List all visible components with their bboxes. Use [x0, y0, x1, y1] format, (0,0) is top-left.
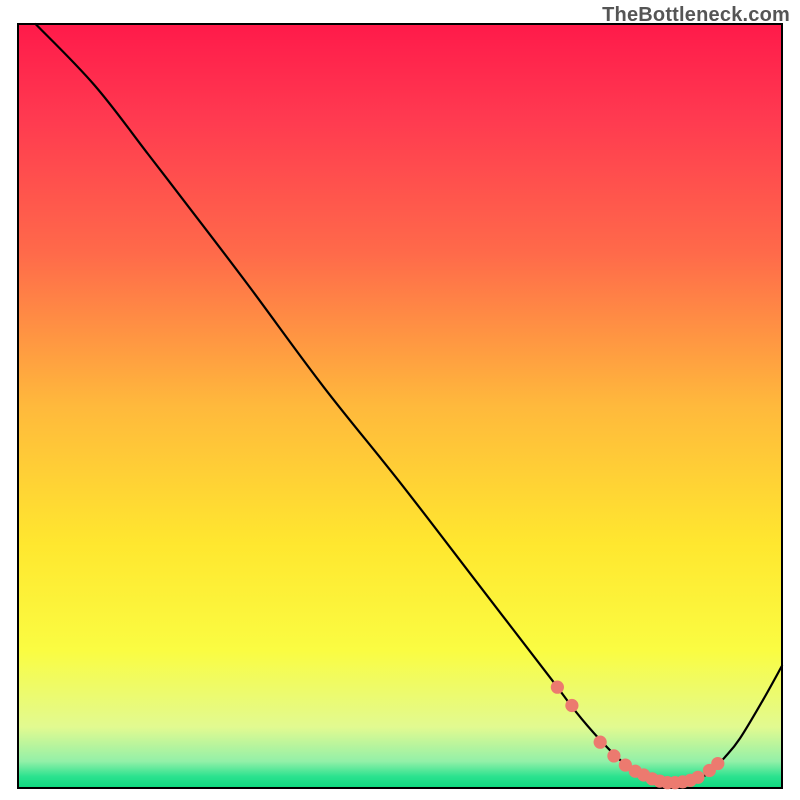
marker-dot — [551, 681, 564, 694]
marker-dot — [607, 749, 620, 762]
bottleneck-chart — [0, 0, 800, 800]
marker-dot — [711, 757, 724, 770]
marker-dot — [691, 771, 704, 784]
chart-stage: TheBottleneck.com — [0, 0, 800, 800]
marker-dot — [565, 699, 578, 712]
watermark-text: TheBottleneck.com — [602, 4, 790, 27]
gradient-background — [18, 24, 782, 788]
marker-dot — [594, 736, 607, 749]
